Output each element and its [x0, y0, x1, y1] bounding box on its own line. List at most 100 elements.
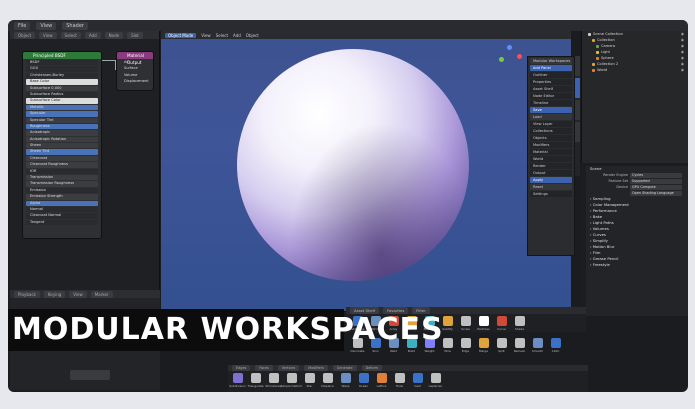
node-socket[interactable]: Subsurface Radius	[26, 91, 98, 98]
menu-item[interactable]: Object	[246, 33, 259, 38]
shelf-tab[interactable]: Edges	[232, 365, 251, 371]
asset-item[interactable]: Simple Deform	[281, 373, 302, 388]
node-socket[interactable]: Subsurface Color	[26, 98, 98, 104]
node-socket[interactable]: Displacement	[120, 79, 150, 84]
panel-row[interactable]: View Layer	[530, 121, 572, 127]
panel-row[interactable]: Apply	[530, 177, 572, 183]
properties-editor[interactable]: Scene Render Engine Cycles Feature Set Suppo…	[581, 166, 688, 316]
shelf-tab[interactable]: Vertices	[277, 365, 300, 371]
menu-item[interactable]: View	[201, 33, 211, 38]
3d-viewport[interactable]: Object Mode View Select Add Object	[161, 31, 571, 311]
property-value[interactable]: GPU Compute	[630, 184, 682, 190]
node-socket[interactable]: Clearcoat Roughness	[26, 162, 98, 168]
panel-row[interactable]: Properties	[530, 79, 572, 85]
node-socket[interactable]: Anisotropic	[26, 130, 98, 136]
asset-item[interactable]: Shade	[512, 316, 527, 331]
asset-item[interactable]: Lattice	[374, 373, 389, 388]
menu-item[interactable]: View	[69, 290, 87, 298]
asset-item[interactable]: Displace	[320, 373, 335, 388]
asset-item[interactable]: Smooth	[530, 338, 545, 353]
node-socket[interactable]: Surface	[120, 66, 150, 71]
asset-item[interactable]: Laplacian	[428, 373, 443, 388]
asset-item[interactable]: Edge	[458, 338, 473, 353]
node-socket[interactable]: Christensen-Burley	[26, 72, 98, 79]
property-value[interactable]: Open Shading Language	[630, 190, 682, 196]
sidebar-tabs[interactable]	[575, 56, 580, 176]
material-output-node[interactable]: Material Output All Surface Volume Displace…	[116, 51, 154, 91]
panel-row[interactable]: Objects	[530, 135, 572, 141]
panel-row[interactable]: Modifiers	[530, 142, 572, 148]
node-socket[interactable]: Tangent	[26, 219, 98, 226]
node-socket[interactable]: Normal	[26, 206, 98, 213]
menu-item[interactable]: Keying	[43, 290, 66, 298]
property-value[interactable]: Supported	[630, 178, 682, 184]
asset-item[interactable]: Screw	[458, 316, 473, 331]
node-socket[interactable]: Alpha	[26, 200, 98, 206]
panel-row[interactable]: Render	[530, 163, 572, 169]
panel-row[interactable]: Node Editor	[530, 93, 572, 99]
asset-item[interactable]: Cloth	[548, 338, 563, 353]
shelf-tab[interactable]: Generate	[332, 365, 357, 371]
asset-item[interactable]: Curve	[494, 316, 509, 331]
menu-item[interactable]: Node	[104, 31, 124, 39]
panel-row[interactable]: Asset Shelf	[530, 86, 572, 92]
asset-item[interactable]: Hook	[392, 373, 407, 388]
node-socket[interactable]: Metallic	[26, 104, 98, 111]
eye-icon[interactable]: ◉	[681, 67, 684, 73]
node-socket[interactable]: Sheen Tint	[26, 149, 98, 155]
asset-item[interactable]: Shrinkwrap	[265, 373, 282, 388]
property-value[interactable]: Cycles	[630, 172, 682, 178]
panel-row[interactable]: Reset	[530, 184, 572, 190]
menu-item[interactable]: Object Mode	[165, 32, 197, 38]
panel-row[interactable]: Save	[530, 107, 572, 113]
node-socket[interactable]: Specular	[26, 111, 98, 117]
menu-item[interactable]: Add	[233, 33, 241, 38]
asset-item[interactable]: Triangulate	[247, 373, 264, 388]
node-socket[interactable]: Anisotropic Rotation	[26, 136, 98, 143]
modular-workspaces-panel[interactable]: Modular Workspaces Add Panel Outliner Prope…	[527, 56, 575, 256]
properties-section[interactable]: › Freestyle	[582, 262, 688, 268]
panel-row[interactable]: Add Panel	[530, 65, 572, 71]
properties-tabs[interactable]	[581, 166, 586, 316]
menu-item[interactable]: Marker	[90, 290, 113, 298]
tab-tool[interactable]	[575, 100, 580, 120]
panel-row[interactable]: Timeline	[530, 100, 572, 106]
menu-item[interactable]: Object	[14, 31, 36, 39]
menu-item[interactable]: View	[39, 31, 57, 39]
menu-item[interactable]: Add	[84, 31, 101, 39]
tab-view[interactable]	[575, 122, 580, 142]
asset-item[interactable]: Split	[494, 338, 509, 353]
node-socket[interactable]: Transmission	[26, 175, 98, 181]
node-socket[interactable]: IOR	[26, 168, 98, 175]
panel-row[interactable]: Outliner	[530, 72, 572, 78]
asset-item[interactable]: Star	[302, 373, 317, 388]
panel-row[interactable]: Settings	[530, 191, 572, 197]
panel-row[interactable]: World	[530, 156, 572, 162]
menu-item[interactable]: Shader	[62, 21, 88, 30]
node-socket[interactable]: GGX	[26, 66, 98, 72]
node-socket[interactable]: Emission Strength	[26, 194, 98, 200]
node-socket[interactable]: Subsurface 0.000	[26, 85, 98, 91]
asset-item[interactable]: Particles	[476, 316, 491, 331]
asset-item[interactable]: Ocean	[356, 373, 371, 388]
panel-row[interactable]: Output	[530, 170, 572, 176]
node-socket[interactable]: Emission	[26, 187, 98, 194]
navigation-gizmo-icon[interactable]	[495, 43, 525, 69]
outliner-item[interactable]: World ◉	[582, 67, 688, 73]
asset-item[interactable]: Subdivision	[229, 373, 246, 388]
menu-item[interactable]: Select	[216, 33, 228, 38]
node-socket[interactable]: BSDF	[26, 60, 98, 66]
shelf-tab[interactable]: Faces	[255, 365, 273, 371]
node-socket[interactable]: Base Color	[26, 79, 98, 85]
panel-row[interactable]: Modular Workspaces	[530, 58, 572, 64]
outliner[interactable]: Scene Collection ◉ Collection ◉ Camera ◉ Light…	[581, 31, 688, 163]
node-socket[interactable]: Transmission Roughness	[26, 181, 98, 187]
menu-item[interactable]: File	[14, 21, 31, 30]
panel-row[interactable]: Load	[530, 114, 572, 120]
node-socket[interactable]: Sheen	[26, 143, 98, 149]
node-socket[interactable]: Specular Tint	[26, 117, 98, 123]
asset-item[interactable]: Remesh	[512, 338, 527, 353]
menu-item[interactable]: Playback	[14, 290, 40, 298]
asset-item[interactable]: Wave	[338, 373, 353, 388]
node-socket[interactable]: Volume	[120, 73, 150, 78]
